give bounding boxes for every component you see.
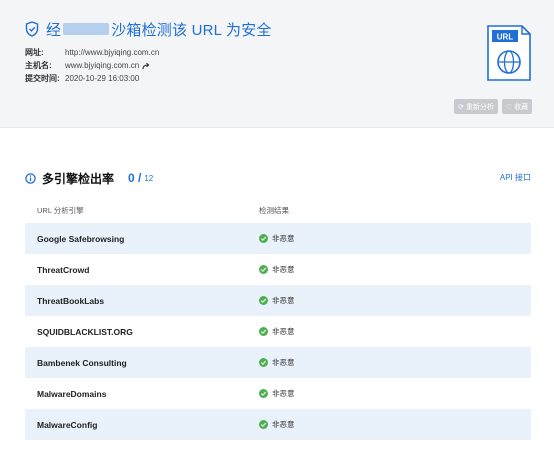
shield-check-icon [25, 21, 39, 37]
check-circle-icon [259, 327, 268, 336]
engine-total: 12 [144, 173, 154, 183]
engine-name: Google Safebrowsing [37, 233, 125, 244]
meta-row-host: 主机名: www.bjyiqing.com.cn [25, 59, 159, 72]
api-link[interactable]: API 接口 [500, 172, 531, 183]
engine-name: SQUIDBLACKLIST.ORG [37, 326, 133, 337]
engine-name: Bambenek Consulting [37, 357, 127, 368]
verdict-title: 经 沙箱检测该 URL 为安全 [25, 18, 272, 40]
result-cell: 非恶意 [259, 326, 295, 337]
share-arrow-icon[interactable] [142, 62, 150, 70]
table-row: Google Safebrowsing 非恶意 [25, 223, 531, 254]
engine-results-table: Google Safebrowsing 非恶意 ThreatCrowd 非恶意 … [25, 223, 531, 440]
heart-icon: ♡ [505, 103, 513, 111]
url-document-icon: URL [487, 25, 531, 81]
engine-name: ThreatCrowd [37, 264, 90, 275]
table-row: ThreatCrowd 非恶意 [25, 254, 531, 285]
meta-label: 提交时间: [25, 74, 60, 83]
table-row: MalwareDomains 非恶意 [25, 378, 531, 409]
engine-name: MalwareConfig [37, 419, 98, 430]
column-result: 检测结果 [259, 205, 289, 215]
column-engine: URL 分析引擎 [37, 205, 84, 215]
result-cell: 非恶意 [259, 388, 295, 399]
verdict-title-suffix: 沙箱检测该 URL 为安全 [111, 21, 272, 39]
table-header: URL 分析引擎 检测结果 [25, 202, 531, 218]
meta-value-host[interactable]: www.bjyiqing.com.cn [65, 61, 150, 70]
check-circle-icon [259, 389, 268, 398]
url-doc-label: URL [497, 33, 514, 42]
check-circle-icon [259, 420, 268, 429]
host-text: www.bjyiqing.com.cn [65, 61, 140, 70]
result-cell: 非恶意 [259, 419, 295, 430]
check-circle-icon [259, 358, 268, 367]
check-circle-icon [259, 265, 268, 274]
check-circle-icon [259, 296, 268, 305]
reanalyze-label: 重新分析 [465, 103, 494, 111]
favorite-button[interactable]: ♡ 收藏 [502, 99, 532, 114]
result-text: 非恶意 [272, 265, 295, 274]
multi-engine-section-header: 多引擎检出率 0 / 12 API 接口 [25, 168, 531, 188]
check-circle-icon [259, 234, 268, 243]
result-text: 非恶意 [272, 327, 295, 336]
result-text: 非恶意 [272, 358, 295, 367]
result-cell: 非恶意 [259, 264, 295, 275]
meta-label: 网址: [25, 48, 44, 57]
meta-value-url[interactable]: http://www.bjyiqing.com.cn [65, 48, 159, 57]
table-row: MalwareConfig 非恶意 [25, 409, 531, 440]
section-title: 多引擎检出率 [42, 171, 115, 186]
reanalyze-button[interactable]: ⟳ 重新分析 [454, 99, 498, 114]
meta-label: 主机名: [25, 61, 52, 70]
report-header: 经 沙箱检测该 URL 为安全 网址: http://www.bjyiqing.… [0, 0, 554, 128]
verdict-title-prefix: 经 [46, 21, 62, 39]
meta-row-url: 网址: http://www.bjyiqing.com.cn [25, 46, 159, 59]
url-meta: 网址: http://www.bjyiqing.com.cn 主机名: www.… [25, 46, 159, 85]
info-circle-icon [25, 172, 36, 184]
result-cell: 非恶意 [259, 357, 295, 368]
favorite-label: 收藏 [514, 103, 529, 111]
detection-count: 0 / [128, 171, 142, 185]
result-text: 非恶意 [272, 389, 295, 398]
table-row: ThreatBookLabs 非恶意 [25, 285, 531, 316]
result-text: 非恶意 [272, 234, 295, 243]
table-row: Bambenek Consulting 非恶意 [25, 347, 531, 378]
refresh-icon: ⟳ [458, 103, 464, 111]
result-text: 非恶意 [272, 420, 295, 429]
result-cell: 非恶意 [259, 233, 295, 244]
meta-value-time: 2020-10-29 16:03:00 [65, 74, 140, 83]
redacted-block [63, 23, 110, 35]
result-text: 非恶意 [272, 296, 295, 305]
engine-name: MalwareDomains [37, 388, 107, 399]
table-row: SQUIDBLACKLIST.ORG 非恶意 [25, 316, 531, 347]
meta-row-time: 提交时间: 2020-10-29 16:03:00 [25, 72, 159, 85]
engine-name: ThreatBookLabs [37, 295, 105, 306]
result-cell: 非恶意 [259, 295, 295, 306]
